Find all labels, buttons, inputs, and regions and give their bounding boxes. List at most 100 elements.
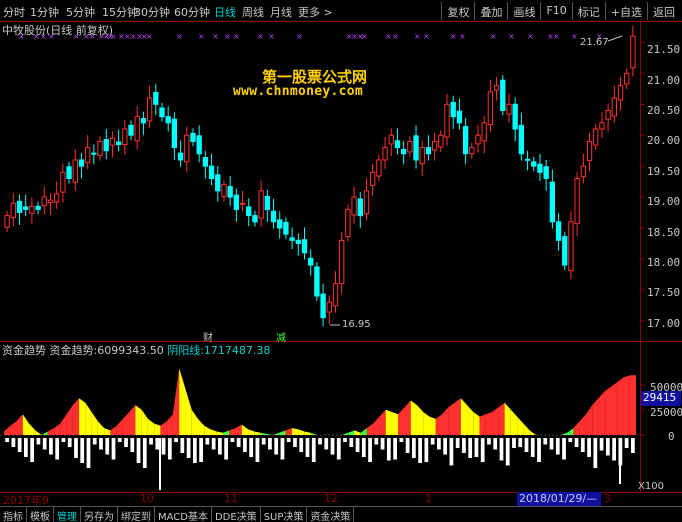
event-x-marker: × [392,32,399,41]
period-tab-minute-time[interactable]: 分时 [3,4,25,20]
draw-line-button[interactable]: 画线 [507,2,540,20]
period-tab-60min[interactable]: 60分钟 [174,4,210,20]
event-x-marker: × [146,32,153,41]
indicator-area-segment [423,412,430,435]
candle-body [450,101,456,118]
candle [617,77,624,111]
add-watchlist-button[interactable]: +自选 [604,2,647,20]
indicator-volume-bar [236,438,241,447]
indicator-volume-bar [612,438,616,461]
indicator-tabs: 指标 模板 管理 另存为 绑定到 MACD基本 DDE决策 SUP决策 资金决策 [0,506,682,522]
indicator-area-segment [54,423,61,435]
cursor-date: 2018/01/29/— [517,492,601,506]
candle-body [72,159,78,183]
tab-template[interactable]: 模板 [27,507,54,522]
candle [4,210,10,233]
event-x-marker: × [508,32,515,41]
tab-macd-basic[interactable]: MACD基本 [155,507,212,522]
candle-body [487,91,494,126]
share-reduction-marker[interactable]: 减 [276,329,286,344]
indicator-volume-bar [149,438,153,445]
candle [419,140,425,177]
indicator-area-segment [241,424,249,435]
period-tab-more[interactable]: 更多 > [298,4,333,20]
mark-button[interactable]: 标记 [571,2,605,20]
indicator-area-segment [442,407,449,435]
tab-dde-decision[interactable]: DDE决策 [212,507,261,522]
chart-action-buttons: 复权 叠加 画线 F10 标记 +自选 返回 [441,2,680,20]
indicator-area-segment [266,433,274,435]
period-tab-daily[interactable]: 日线 [214,4,236,20]
candle-body [611,97,617,117]
candle-body [524,158,531,161]
candle [202,150,209,179]
event-x-marker: × [176,32,183,41]
candle [388,128,394,157]
indicator-area-segment [517,416,524,435]
candle [16,194,23,225]
indicator-value2: 1717487.38 [203,344,271,357]
candle-body [537,163,543,173]
indicator-area-segment [454,398,461,435]
date-tick-label: 12 [324,492,338,505]
indicator-value1: 6099343.50 [97,344,164,357]
back-button[interactable]: 返回 [647,2,680,20]
candle-body [376,159,382,177]
tab-manage[interactable]: 管理 [54,507,81,522]
indicator-area-segment [298,429,305,435]
candle-body [177,152,184,161]
candle-body [339,239,345,285]
candle-body [109,137,116,146]
indicator-volume-bar [336,438,341,460]
indicator-volume-bar [42,438,47,450]
candle-body [369,171,376,186]
candle [345,204,351,242]
candle-body [568,221,574,272]
period-tab-weekly[interactable]: 周线 [242,4,264,20]
event-x-marker: × [527,32,534,41]
event-x-marker: × [224,32,231,41]
watermark-url: www.chnmoney.com [233,84,364,99]
overlay-button[interactable]: 叠加 [474,2,507,20]
period-tab-30min[interactable]: 30分钟 [134,4,170,20]
candle-body [574,178,580,225]
indicator-volume-bar [530,438,535,457]
tab-bind-to[interactable]: 绑定到 [118,507,155,522]
indicator-area-segment [172,368,180,435]
candle [394,128,401,155]
tab-save-as[interactable]: 另存为 [81,507,118,522]
indicator-volume-bar [455,438,460,448]
candle-body [78,159,85,167]
candle [382,137,388,169]
period-tab-monthly[interactable]: 月线 [270,4,292,20]
tab-fund-decision[interactable]: 资金决策 [307,507,355,522]
tab-sup-decision[interactable]: SUP决策 [261,507,308,522]
indicator-volume-bar [580,438,585,452]
candle [332,271,339,313]
indicator-area-segment [210,429,217,435]
adjust-button[interactable]: 复权 [441,2,474,20]
indicator-area-segment [498,402,505,435]
candle [10,192,16,227]
indicator-volume-bar [86,438,91,468]
f10-button[interactable]: F10 [540,2,571,20]
tab-indicator[interactable]: 指标 [0,507,27,522]
candle [481,116,487,154]
candle-body [518,124,525,155]
period-tab-15min[interactable]: 15分钟 [102,4,138,20]
indicator-area-segment [235,424,242,435]
candle-body [208,165,215,180]
indicator-volume-bar [293,438,297,447]
indicator-area-segment [229,428,236,435]
period-tab-1min[interactable]: 1分钟 [30,4,59,20]
indicator-volume-bar [543,438,548,445]
candle-body [308,257,314,266]
period-tab-5min[interactable]: 5分钟 [66,4,95,20]
indicator-volume-bar [537,438,541,462]
indicator-area-segment [135,405,142,435]
indicator-volume-bar [124,438,128,447]
candle [66,161,72,184]
indicator-volume-bar [480,438,485,462]
indicator-area-segment [4,425,11,435]
indicator-area-segment [66,405,73,435]
